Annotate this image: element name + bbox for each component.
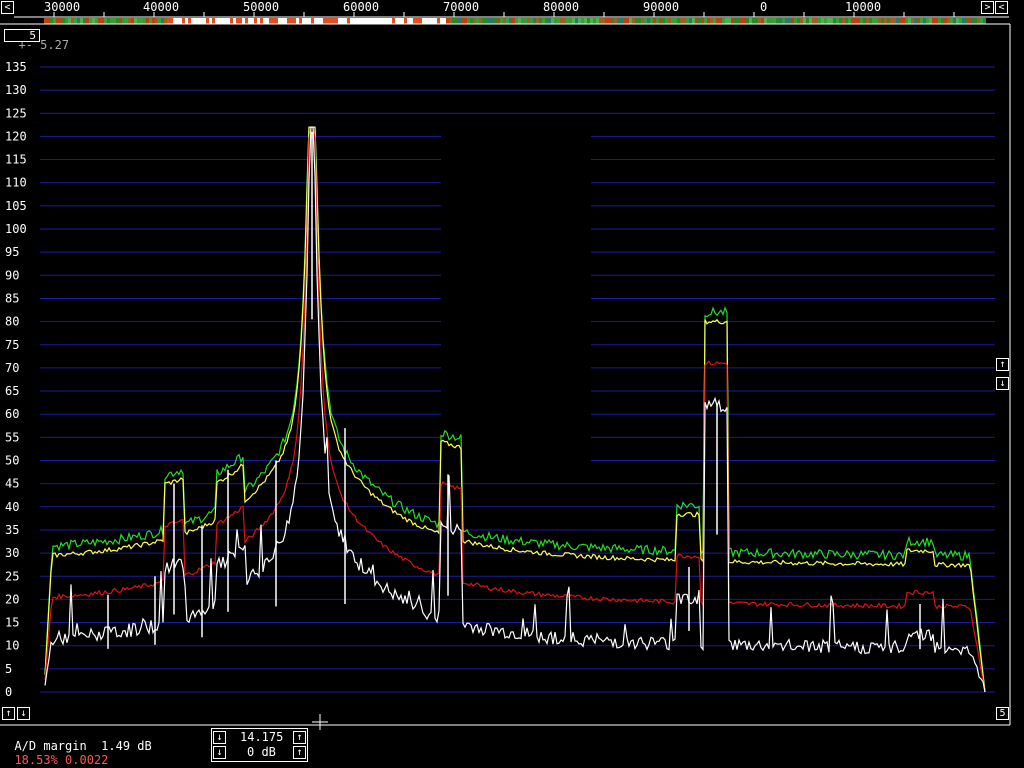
y-axis-label: 40 [5,500,19,514]
percent-line: 18.53% 0.0022 [0,739,108,767]
y-axis-labels: 1351301251201151101051009590858075706560… [5,60,27,699]
crosshair-cursor [312,714,328,730]
y-axis-label: 20 [5,592,19,606]
percent-value: 18.53% [14,753,58,767]
y-axis-label: 10 [5,639,19,653]
y-axis-label: 75 [5,338,19,352]
y-axis-label: 110 [5,176,27,190]
y-axis-label: 15 [5,616,19,630]
y-axis-label: 45 [5,477,19,491]
y-axis-label: 90 [5,268,19,282]
freq-down-button[interactable]: ↓ [213,731,226,744]
y-axis-label: 95 [5,245,19,259]
gain-value[interactable]: 0 dB [247,745,276,759]
y-axis-label: 100 [5,222,27,236]
y-axis-label: 60 [5,407,19,421]
y-axis-label: 55 [5,430,19,444]
y-axis-label: 80 [5,315,19,329]
y-axis-label: 70 [5,361,19,375]
y-axis-label: 35 [5,523,19,537]
y-axis-label: 125 [5,106,27,120]
gain-down-button[interactable]: ↓ [213,746,226,759]
gain-up-button[interactable]: ↑ [293,746,306,759]
scroll-up-button[interactable]: ↑ [996,358,1009,371]
dark-gap-area [441,130,591,470]
left-up-button[interactable]: ↑ [2,707,15,720]
y-axis-label: 85 [5,291,19,305]
left-down-button[interactable]: ↓ [17,707,30,720]
y-axis-label: 25 [5,569,19,583]
freq-value[interactable]: 14.175 [240,730,283,744]
y-axis-label: 105 [5,199,27,213]
y-axis-label: 130 [5,83,27,97]
freq-up-button[interactable]: ↑ [293,731,306,744]
spectrum-plot[interactable]: 1351301251201151101051009590858075706560… [0,0,1024,768]
percent-number: 0.0022 [65,753,109,767]
y-axis-label: 65 [5,384,19,398]
right-small-box[interactable]: 5 [996,707,1009,720]
y-axis-label: 5 [5,662,12,676]
scroll-down-button[interactable]: ↓ [996,377,1009,390]
y-axis-label: 135 [5,60,27,74]
y-axis-label: 0 [5,685,12,699]
y-axis-label: 120 [5,129,27,143]
y-axis-label: 50 [5,454,19,468]
y-axis-label: 30 [5,546,19,560]
y-axis-label: 115 [5,153,27,167]
ad-margin-value: 1.49 dB [101,739,152,753]
